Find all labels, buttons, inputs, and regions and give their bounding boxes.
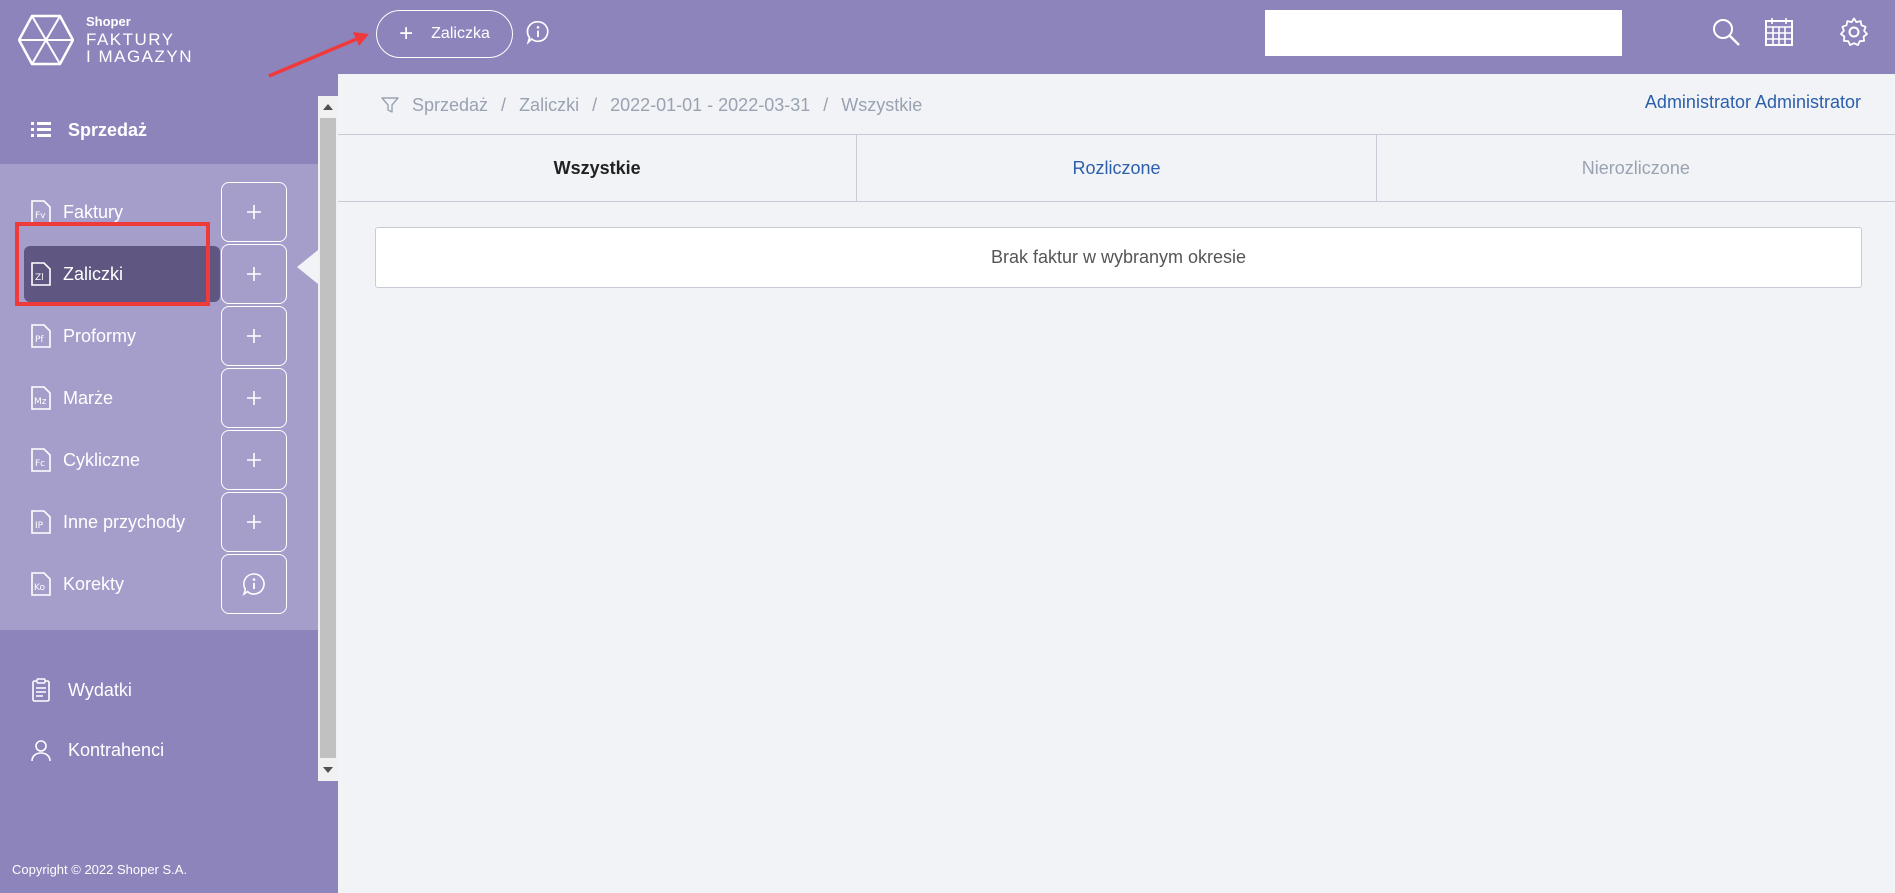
sidebar-item-cykliczne[interactable]: Fc Cykliczne [24,432,220,488]
document-fv-icon: Fv [31,200,51,224]
info-bubble-icon [242,573,265,596]
plus-icon [247,205,261,219]
user-icon [31,740,51,762]
sidebar-item-marze[interactable]: Mz Marże [24,370,220,426]
sidebar-row-marze: Mz Marże [0,364,318,428]
logo[interactable]: Shoper FAKTURY I MAGAZYN [18,14,193,66]
list-icon [31,122,51,137]
sidebar-row-inne-przychody: IP Inne przychody [0,488,318,552]
sidebar-item-label: Faktury [63,201,124,222]
sidebar-row-korekty: Ko Korekty [0,550,318,614]
breadcrumb: Sprzedaż / Zaliczki / 2022-01-01 - 2022-… [380,90,922,120]
search-input[interactable] [1265,10,1622,56]
sidebar-item-label: Marże [63,387,114,408]
add-zaliczka-top-button[interactable]: + Zaliczka [376,10,513,58]
tabs: Wszystkie Rozliczone Nierozliczone [338,134,1895,202]
breadcrumb-separator: / [592,94,598,115]
sidebar-item-label: Korekty [63,573,125,594]
scroll-up-arrow-icon[interactable] [323,104,333,110]
sidebar-item-inne-przychody[interactable]: IP Inne przychody [24,494,220,550]
breadcrumb-separator: / [823,94,829,115]
breadcrumb-separator: / [501,94,507,115]
filter-icon[interactable] [380,95,400,115]
gear-icon[interactable] [1838,16,1870,48]
breadcrumb-date-range[interactable]: 2022-01-01 - 2022-03-31 [610,95,810,116]
sidebar-item-label: Wydatki [68,679,132,700]
sidebar: Shoper FAKTURY I MAGAZYN Sprzedaż Fv Fak… [0,0,338,893]
copyright: Copyright © 2022 Shoper S.A. [12,862,188,877]
logo-brand-line1: FAKTURY [86,30,175,49]
add-faktura-button[interactable] [221,182,287,242]
document-ip-icon: IP [31,510,51,534]
tab-wszystkie[interactable]: Wszystkie [338,135,858,201]
breadcrumb-item[interactable]: Wszystkie [841,95,922,116]
add-inny-przychod-button[interactable] [221,492,287,552]
svg-text:Fc: Fc [35,459,45,469]
scroll-down-arrow-icon[interactable] [323,767,333,773]
user-name-link[interactable]: Administrator Administrator [1645,92,1861,113]
active-item-pointer [297,250,318,284]
shoper-logo-icon [18,14,74,66]
svg-text:Pf: Pf [35,335,44,345]
add-proforma-button[interactable] [221,306,287,366]
sidebar-item-label: Kontrahenci [68,739,165,760]
plus-icon [247,515,261,529]
sidebar-item-kontrahenci[interactable]: Kontrahenci [0,720,318,780]
document-mz-icon: Mz [31,386,51,410]
empty-state-message: Brak faktur w wybranym okresie [375,227,1862,288]
search-icon[interactable] [1710,16,1742,48]
breadcrumb-item[interactable]: Sprzedaż [412,95,488,116]
document-pf-icon: Pf [31,324,51,348]
add-marza-button[interactable] [221,368,287,428]
sidebar-row-cykliczne: Fc Cykliczne [0,426,318,490]
tab-nierozliczone[interactable]: Nierozliczone [1377,135,1895,201]
sidebar-row-proformy: Pf Proformy [0,302,318,366]
document-fc-icon: Fc [31,448,51,472]
sidebar-item-wydatki[interactable]: Wydatki [0,660,318,720]
sidebar-item-label: Cykliczne [63,449,141,470]
logo-brand-line2: I MAGAZYN [86,47,194,66]
add-zaliczka-button[interactable] [221,244,287,304]
korekty-info-button[interactable] [221,554,287,614]
document-ko-icon: Ko [31,572,51,596]
breadcrumb-item[interactable]: Zaliczki [519,95,579,116]
topbar: + Zaliczka [338,0,1895,74]
svg-text:Fv: Fv [35,211,46,221]
plus-icon [247,453,261,467]
info-bubble-icon[interactable] [525,19,551,45]
clipboard-icon [32,678,50,702]
plus-icon [247,391,261,405]
sidebar-item-label: Proformy [63,325,137,346]
svg-text:Ko: Ko [34,583,45,593]
annotation-arrow-icon [268,32,369,78]
plus-icon [247,329,261,343]
sidebar-scrollbar[interactable] [318,96,338,781]
logo-brand-small: Shoper [86,14,131,29]
sidebar-section-sales[interactable]: Sprzedaż [0,96,318,164]
add-cykliczna-button[interactable] [221,430,287,490]
scroll-thumb[interactable] [320,118,336,758]
add-button-label: Zaliczka [431,25,490,42]
svg-text:Mz: Mz [34,397,47,407]
sidebar-item-korekty[interactable]: Ko Korekty [24,556,220,612]
sidebar-item-label: Inne przychody [63,511,186,532]
calendar-icon[interactable] [1763,16,1795,48]
sidebar-item-proformy[interactable]: Pf Proformy [24,308,220,364]
highlight-box [15,222,210,306]
plus-icon: + [399,20,414,47]
logo-text: Shoper FAKTURY I MAGAZYN [86,15,193,65]
tab-rozliczone[interactable]: Rozliczone [857,135,1377,201]
sidebar-section-label: Sprzedaż [68,119,148,140]
svg-text:IP: IP [35,521,44,531]
sidebar-nav: Sprzedaż Fv Faktury Zl Zaliczki Pf Profo… [0,96,318,781]
plus-icon [247,267,261,281]
